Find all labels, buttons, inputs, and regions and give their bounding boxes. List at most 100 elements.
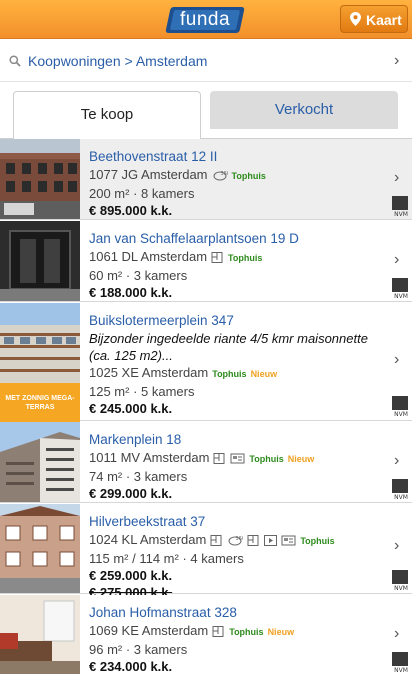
floorplan-icon xyxy=(247,535,259,546)
listing-photo xyxy=(0,595,80,674)
listing-postal: 1011 MV Amsterdam xyxy=(89,450,210,465)
tophuis-badge: Tophuis xyxy=(231,171,266,181)
floorplan-icon xyxy=(212,626,224,637)
nvm-logo: NVM xyxy=(392,479,410,501)
tab-sold[interactable]: Verkocht xyxy=(210,91,398,129)
nvm-logo: NVM xyxy=(392,570,410,592)
listing-postal-line: 1069 KE Amsterdam Tophuis Nieuw xyxy=(89,622,379,641)
listing-street: Beethovenstraat 12 II xyxy=(89,149,218,164)
listing-postal-line: 1024 KL Amsterdam 360 Tophuis xyxy=(89,531,379,550)
tab-for-sale[interactable]: Te koop xyxy=(13,91,201,139)
nvm-label: NVM xyxy=(394,211,408,218)
listing-item[interactable]: Johan Hofmanstraat 328 1069 KE Amsterdam… xyxy=(0,595,412,674)
listing-price: € 259.000 k.k. xyxy=(89,568,173,583)
nvm-label: NVM xyxy=(394,494,408,501)
floorplan-icon xyxy=(210,535,222,546)
chevron-right-icon: › xyxy=(394,169,400,186)
listing-postal: 1024 KL Amsterdam xyxy=(89,532,207,547)
listing-photo xyxy=(0,422,80,502)
listing-price: € 234.000 k.k. xyxy=(89,659,173,674)
nvm-label: NVM xyxy=(394,411,408,418)
tophuis-badge: Tophuis xyxy=(229,627,264,637)
floorplan-icon xyxy=(213,453,225,464)
tab-bar: Te koop Verkocht xyxy=(0,82,412,139)
nvm-icon xyxy=(392,570,408,584)
funda-logo[interactable]: funda xyxy=(165,7,245,33)
breadcrumb[interactable]: Koopwoningen > Amsterdam › xyxy=(0,40,412,82)
listing-info: Jan van Schaffelaarplantsoen 19 D 1061 D… xyxy=(89,229,379,301)
360-view-label: 360 xyxy=(220,171,228,177)
listing-size: 200 m² · 8 kamers xyxy=(89,186,195,201)
listing-photo xyxy=(0,504,80,593)
chevron-right-icon: › xyxy=(394,251,400,268)
listing-price: € 299.000 k.k. xyxy=(89,486,173,501)
listing-postal: 1025 XE Amsterdam xyxy=(89,365,209,380)
chevron-right-icon: › xyxy=(394,625,400,642)
nvm-logo: NVM xyxy=(392,278,410,300)
tophuis-badge: Tophuis xyxy=(212,369,247,379)
listing-price: € 188.000 k.k. xyxy=(89,285,173,300)
listing-item[interactable]: MET ZONNIG MEGA-TERRAS Buikslotermeerple… xyxy=(0,303,412,423)
listing-postal-line: 1011 MV Amsterdam Tophuis Nieuw xyxy=(89,449,379,468)
listing-photo xyxy=(0,221,80,301)
chevron-right-icon: › xyxy=(394,537,400,554)
listing-street: Buikslotermeerplein 347 xyxy=(89,313,234,328)
360-view-icon: 360 xyxy=(213,171,228,181)
listing-item[interactable]: Jan van Schaffelaarplantsoen 19 D 1061 D… xyxy=(0,221,412,302)
map-button[interactable]: Kaart xyxy=(340,5,408,33)
new-badge: Nieuw xyxy=(287,454,315,464)
nvm-icon xyxy=(392,396,408,410)
listing-street: Johan Hofmanstraat 328 xyxy=(89,605,237,620)
listing-price: € 895.000 k.k. xyxy=(89,203,173,218)
chevron-right-icon: › xyxy=(394,351,400,368)
listing-info: Hilverbeekstraat 37 1024 KL Amsterdam 360… xyxy=(89,512,379,601)
brochure-icon xyxy=(281,535,296,546)
listing-price: € 245.000 k.k. xyxy=(89,401,173,416)
tophuis-badge: Tophuis xyxy=(300,536,335,546)
nvm-icon xyxy=(392,278,408,292)
chevron-right-icon: › xyxy=(394,52,400,69)
nvm-icon xyxy=(392,196,408,210)
listing-info: Markenplein 18 1011 MV Amsterdam Tophuis N… xyxy=(89,430,379,502)
listing-postal-line: 1061 DL Amsterdam Tophuis xyxy=(89,248,379,267)
360-view-label: 360 xyxy=(236,536,244,542)
nvm-icon xyxy=(392,479,408,493)
chevron-right-icon: › xyxy=(394,452,400,469)
360-view-icon: 360 xyxy=(228,536,244,546)
listing-info: Johan Hofmanstraat 328 1069 KE Amsterdam… xyxy=(89,603,379,674)
nvm-label: NVM xyxy=(394,293,408,300)
top-bar: funda Kaart xyxy=(0,0,412,39)
listing-item[interactable]: Hilverbeekstraat 37 1024 KL Amsterdam 360… xyxy=(0,504,412,600)
listing-photo xyxy=(0,139,80,219)
map-button-label: Kaart xyxy=(366,12,402,28)
listing-size: 125 m² · 5 kamers xyxy=(89,384,195,399)
tophuis-badge: Tophuis xyxy=(228,253,263,263)
listing-postal-line: 1077 JG Amsterdam 360Tophuis xyxy=(89,166,379,185)
floorplan-icon xyxy=(211,252,223,263)
tophuis-badge: Tophuis xyxy=(249,454,284,464)
listing-item[interactable]: Beethovenstraat 12 II 1077 JG Amsterdam 3… xyxy=(0,139,412,220)
listing-item[interactable]: Markenplein 18 1011 MV Amsterdam Tophuis N… xyxy=(0,422,412,503)
listing-street: Jan van Schaffelaarplantsoen 19 D xyxy=(89,231,299,246)
new-badge: Nieuw xyxy=(267,627,295,637)
listing-postal: 1077 JG Amsterdam xyxy=(89,167,208,182)
listing-street: Markenplein 18 xyxy=(89,432,182,447)
listing-photo xyxy=(0,303,80,383)
search-icon xyxy=(9,55,21,67)
nvm-label: NVM xyxy=(394,667,408,674)
nvm-icon xyxy=(392,652,408,666)
listing-postal: 1069 KE Amsterdam xyxy=(89,623,209,638)
listing-size: 60 m² · 3 kamers xyxy=(89,268,188,283)
nvm-logo: NVM xyxy=(392,652,410,674)
listing-size: 74 m² · 3 kamers xyxy=(89,469,188,484)
listing-size: 115 m² / 114 m² · 4 kamers xyxy=(89,551,244,566)
listing-postal-line: 1025 XE Amsterdam Tophuis Nieuw xyxy=(89,364,379,383)
listing-postal: 1061 DL Amsterdam xyxy=(89,249,208,264)
brochure-icon xyxy=(230,453,245,464)
listing-size: 96 m² · 3 kamers xyxy=(89,642,188,657)
video-icon xyxy=(264,535,278,546)
breadcrumb-text: Koopwoningen > Amsterdam xyxy=(28,53,208,69)
nvm-logo: NVM xyxy=(392,196,410,218)
photo-banner: MET ZONNIG MEGA-TERRAS xyxy=(0,383,80,423)
nvm-label: NVM xyxy=(394,585,408,592)
